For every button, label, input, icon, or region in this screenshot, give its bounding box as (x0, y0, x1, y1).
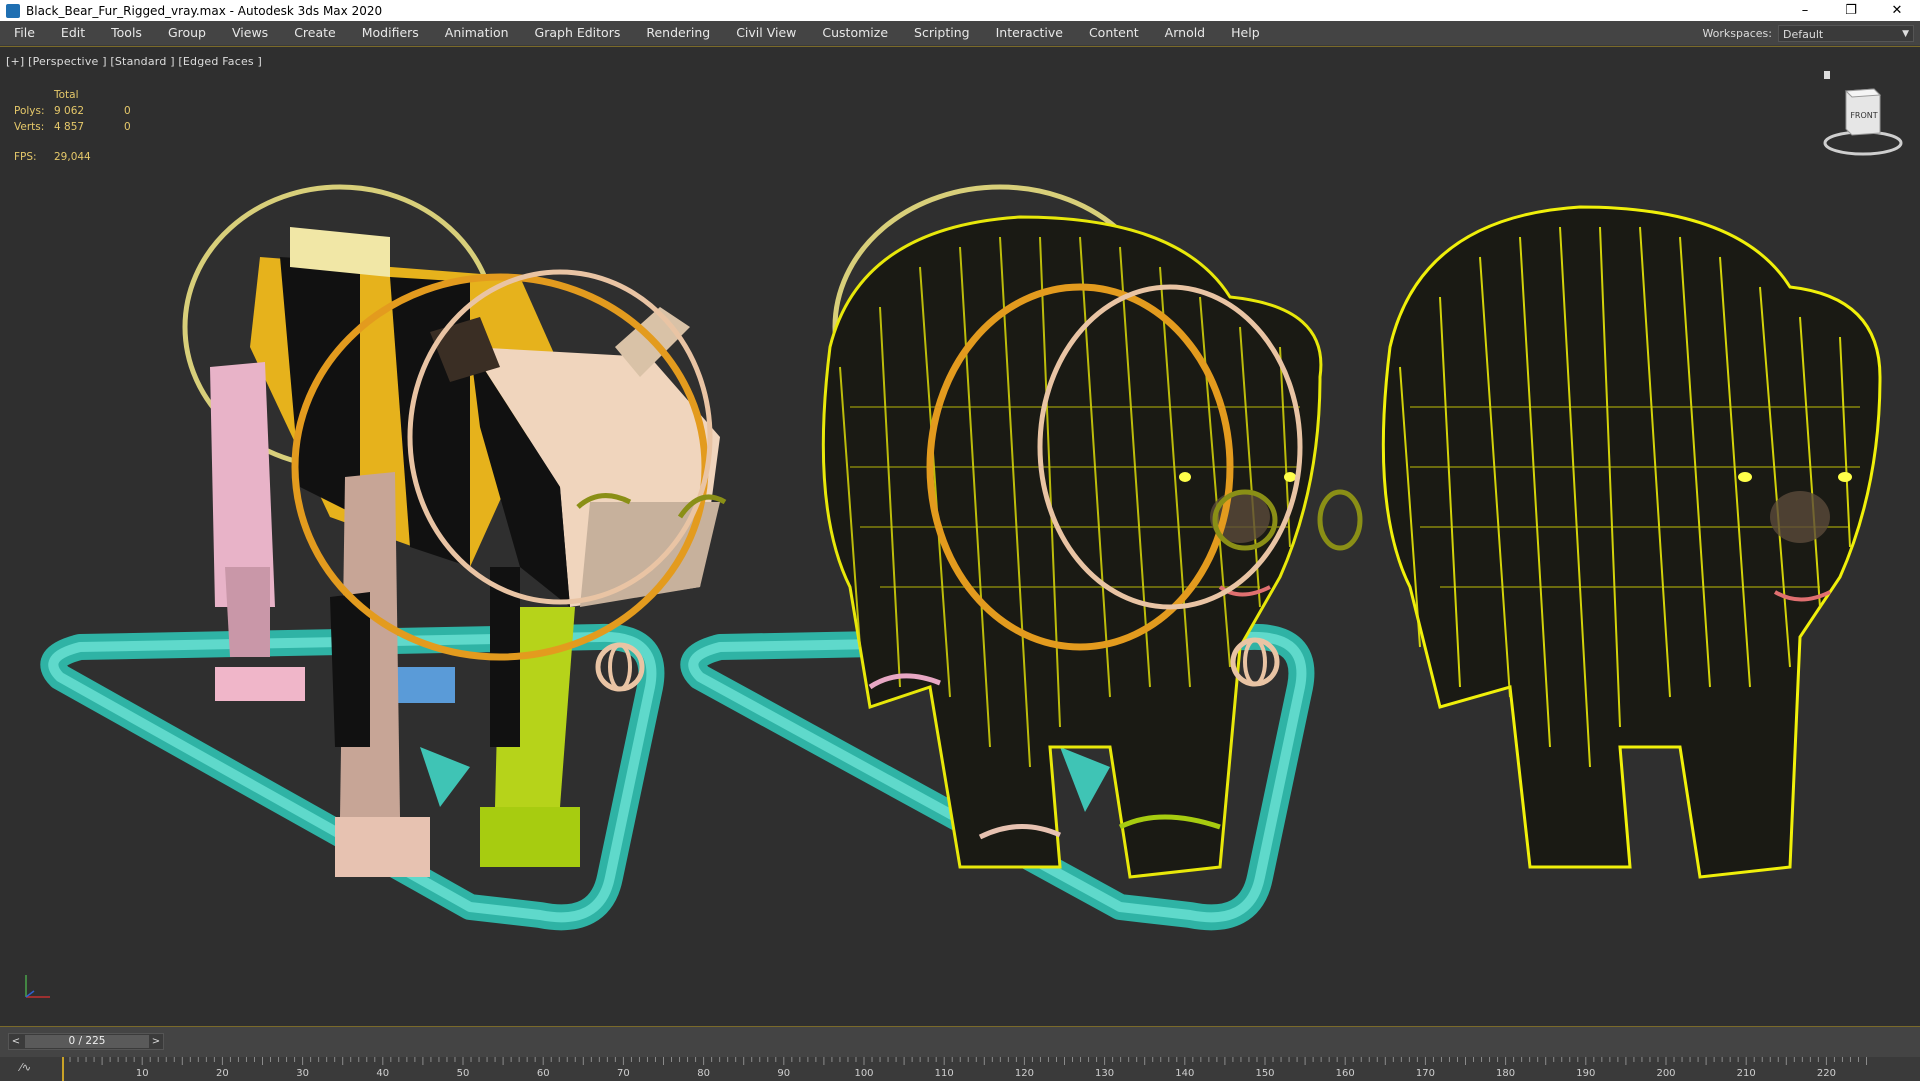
workspaces-label: Workspaces: (1702, 26, 1772, 40)
axis-tripod-icon (25, 975, 50, 998)
verts-selected: 0 (124, 121, 131, 133)
menu-modifiers[interactable]: Modifiers (348, 21, 431, 45)
frame-tick-label: 50 (457, 1068, 470, 1079)
frame-tick-label: 90 (777, 1068, 790, 1079)
menu-bar: File Edit Tools Group Views Create Modif… (0, 21, 1920, 46)
rig-fur-middle[interactable] (680, 184, 1363, 931)
menu-civil-view[interactable]: Civil View (722, 21, 808, 45)
polys-label: Polys: (14, 105, 45, 117)
workspaces-value: Default (1783, 27, 1824, 41)
polys-total: 9 062 (54, 105, 85, 117)
menu-rendering[interactable]: Rendering (632, 21, 722, 45)
window-controls: – ❐ ✕ (1782, 0, 1920, 21)
frame-tick-label: 100 (854, 1068, 873, 1079)
stats-total-header: Total (54, 89, 79, 101)
chevron-down-icon: ▼ (1902, 28, 1909, 39)
menu-group[interactable]: Group (154, 21, 218, 45)
frame-ruler[interactable]: 10 20 30 40 50 60 70 80 90 100 110 120 130 140 150 160 1… (62, 1057, 1870, 1081)
frame-tick-label: 20 (216, 1068, 229, 1079)
frame-tick-label: 30 (296, 1068, 309, 1079)
frame-tick-label: 80 (697, 1068, 710, 1079)
frame-tick-label: 60 (537, 1068, 550, 1079)
menu-create[interactable]: Create (280, 21, 348, 45)
menu-views[interactable]: Views (218, 21, 280, 45)
menu-interactive[interactable]: Interactive (982, 21, 1075, 45)
frame-tick-label: 160 (1336, 1068, 1355, 1079)
frame-tick-label: 70 (617, 1068, 630, 1079)
frame-tick-label: 210 (1737, 1068, 1756, 1079)
viewport-label-menu[interactable]: [+] [Perspective ] [Standard ] [Edged Fa… (6, 55, 262, 68)
menu-file[interactable]: File (0, 21, 47, 45)
frame-tick-label: 110 (935, 1068, 954, 1079)
frame-tick-label: 150 (1255, 1068, 1274, 1079)
frame-tick-label: 200 (1656, 1068, 1675, 1079)
frame-tick-label: 220 (1817, 1068, 1836, 1079)
verts-label: Verts: (14, 121, 45, 133)
time-slider-thumb[interactable]: 0 / 225 (25, 1035, 149, 1048)
title-bar: Black_Bear_Fur_Rigged_vray.max - Autodes… (0, 0, 1920, 21)
frame-tick-label: 130 (1095, 1068, 1114, 1079)
home-icon[interactable] (1824, 71, 1830, 79)
fps-readout: FPS: 29,044 (14, 151, 91, 163)
rig-fur-right[interactable] (1381, 205, 1882, 879)
frame-tick-label: 10 (136, 1068, 149, 1079)
time-slider-area: < 0 / 225 > ⁄∿ 10 20 30 40 50 60 70 80 90 100 110 1… (0, 1026, 1920, 1081)
verts-total: 4 857 (54, 121, 85, 133)
frame-tick-label: 180 (1496, 1068, 1515, 1079)
menu-scripting[interactable]: Scripting (900, 21, 982, 45)
time-slider-next-button[interactable]: > (149, 1034, 163, 1049)
menu-graph-editors[interactable]: Graph Editors (521, 21, 633, 45)
window-title: Black_Bear_Fur_Rigged_vray.max - Autodes… (26, 3, 383, 18)
viewcube-face-label: FRONT (1850, 111, 1877, 120)
frame-tick-label: 120 (1015, 1068, 1034, 1079)
fps-value: 29,044 (54, 151, 91, 163)
polys-selected: 0 (124, 105, 131, 117)
frame-tick-label: 140 (1175, 1068, 1194, 1079)
frame-tick-label: 190 (1576, 1068, 1595, 1079)
close-button[interactable]: ✕ (1874, 0, 1920, 21)
time-slider-prev-button[interactable]: < (9, 1034, 23, 1049)
menu-help[interactable]: Help (1217, 21, 1272, 45)
menu-animation[interactable]: Animation (431, 21, 521, 45)
time-slider[interactable]: < 0 / 225 > (8, 1033, 164, 1050)
current-frame-marker (62, 1057, 64, 1081)
menu-content[interactable]: Content (1075, 21, 1151, 45)
curve-editor-icon[interactable]: ⁄∿ (20, 1061, 31, 1074)
perspective-viewport[interactable]: [+] [Perspective ] [Standard ] [Edged Fa… (0, 46, 1920, 1027)
menu-arnold[interactable]: Arnold (1151, 21, 1217, 45)
app-icon (6, 3, 20, 18)
minimize-button[interactable]: – (1782, 0, 1828, 21)
frame-tick-label: 40 (376, 1068, 389, 1079)
viewcube[interactable]: FRONT (1818, 71, 1908, 161)
statistics-overlay: Total Polys: 9 062 0 Verts: 4 857 0 (14, 87, 154, 135)
menu-customize[interactable]: Customize (808, 21, 900, 45)
workspaces-control: Workspaces: Default ▼ (1702, 21, 1920, 45)
restore-button[interactable]: ❐ (1828, 0, 1874, 21)
track-bar[interactable]: ⁄∿ 10 20 30 40 50 60 70 80 90 100 110 120 130 140 150 1… (0, 1057, 1920, 1081)
menu-edit[interactable]: Edit (47, 21, 97, 45)
workspaces-dropdown[interactable]: Default ▼ (1778, 24, 1914, 42)
fps-label: FPS: (14, 151, 37, 163)
rig-skeleton-left[interactable] (40, 184, 727, 931)
menu-tools[interactable]: Tools (97, 21, 154, 45)
scene-canvas[interactable] (0, 47, 1920, 1027)
frame-tick-label: 170 (1416, 1068, 1435, 1079)
